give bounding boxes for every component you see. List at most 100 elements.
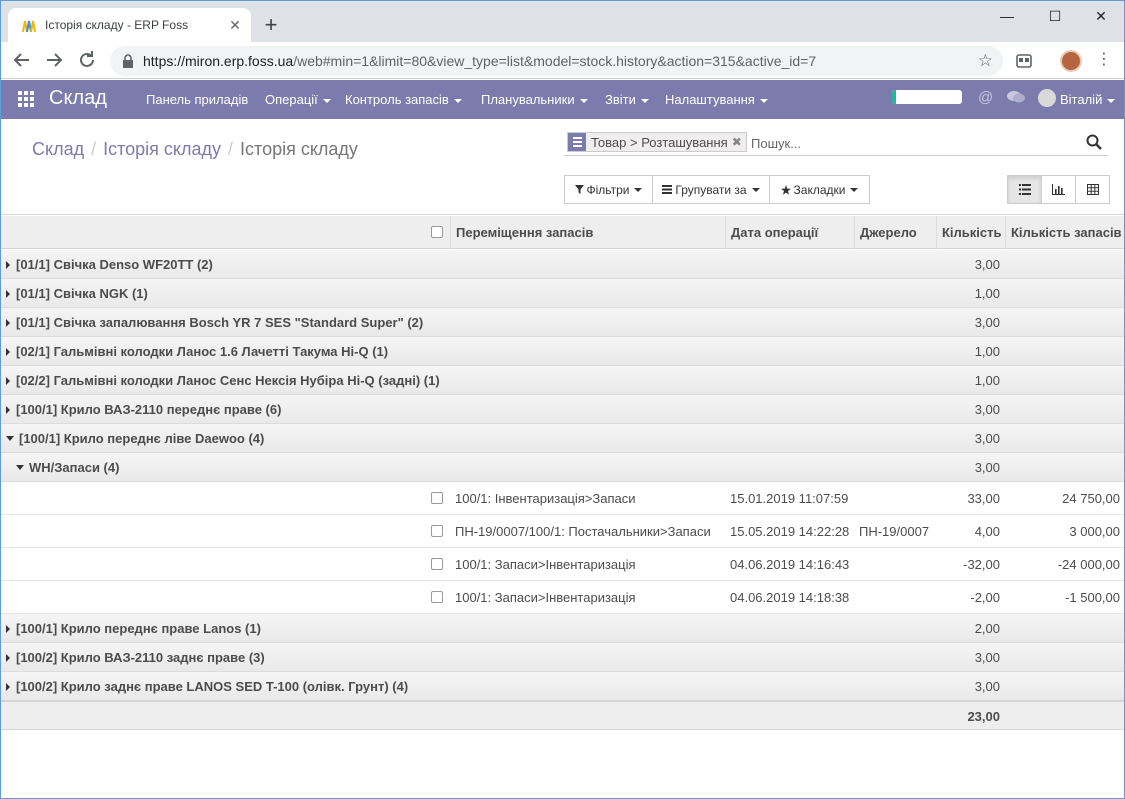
user-avatar[interactable]: [1038, 89, 1056, 107]
apps-grid-icon[interactable]: [18, 91, 35, 108]
address-bar[interactable]: https://miron.erp.foss.ua/web#min=1&limi…: [110, 46, 1003, 76]
column-header-stock-move[interactable]: Переміщення запасів: [450, 216, 726, 249]
row-checkbox[interactable]: [431, 525, 443, 537]
group-row[interactable]: [02/2] Гальмівні колодки Ланос Сенс Некс…: [0, 366, 1125, 395]
group-row[interactable]: [02/1] Гальмівні колодки Ланос 1.6 Лачет…: [0, 337, 1125, 366]
group-quantity: 3,00: [974, 679, 1000, 694]
table-row[interactable]: 100/1: Запаси>Інвентаризація 04.06.2019 …: [0, 581, 1125, 614]
breadcrumb-current: Історія складу: [240, 139, 358, 159]
caret-right-icon: [6, 625, 10, 633]
table-header: Переміщення запасів Дата операції Джерел…: [0, 216, 1125, 249]
column-header-source[interactable]: Джерело: [854, 216, 937, 249]
menu-inventory-control[interactable]: Контроль запасів: [345, 92, 462, 107]
menu-schedulers[interactable]: Планувальники: [481, 92, 588, 107]
menu-operations[interactable]: Операції: [265, 92, 331, 107]
row-checkbox[interactable]: [431, 591, 443, 603]
cell-quantity: 4,00: [974, 524, 1000, 539]
cell-stock-quantity: 24 750,00: [1062, 491, 1120, 506]
row-checkbox[interactable]: [431, 492, 443, 504]
main-navbar: Склад Панель приладів Операції Контроль …: [0, 80, 1125, 119]
menu-dashboard[interactable]: Панель приладів: [146, 92, 248, 107]
cell-date: 04.06.2019 14:16:43: [730, 557, 850, 572]
caret-down-icon: [579, 98, 588, 103]
new-tab-button[interactable]: +: [259, 13, 283, 37]
forward-arrow-icon[interactable]: [42, 48, 66, 72]
caret-down-icon: [850, 187, 859, 192]
group-by-button[interactable]: Групувати за: [652, 175, 770, 204]
reload-icon[interactable]: [75, 48, 99, 72]
user-menu[interactable]: Віталій: [1060, 92, 1116, 107]
list-view-button[interactable]: [1007, 175, 1042, 204]
app-name: Склад: [49, 87, 107, 109]
caret-right-icon: [6, 654, 10, 662]
group-label: [01/1] Свічка NGK (1): [16, 286, 148, 301]
caret-down-icon: [751, 187, 760, 192]
maximize-window-button[interactable]: ☐: [1032, 2, 1078, 30]
cell-source: ПН-19/0007: [859, 524, 930, 539]
breadcrumb-separator: /: [91, 139, 97, 159]
group-row[interactable]: [01/1] Свічка NGK (1) 1,00: [0, 279, 1125, 308]
mentions-icon[interactable]: @: [978, 89, 993, 106]
group-row[interactable]: [01/1] Свічка Denso WF20TT (2) 3,00: [0, 250, 1125, 279]
group-quantity: 3,00: [974, 650, 1000, 665]
breadcrumb-item-stock-history[interactable]: Історія складу: [103, 139, 221, 159]
select-all-checkbox[interactable]: [431, 226, 443, 238]
group-row[interactable]: [100/1] Крило ВАЗ-2110 переднє праве (6)…: [0, 395, 1125, 424]
group-row[interactable]: [01/1] Свічка запалювання Bosch YR 7 SES…: [0, 308, 1125, 337]
caret-right-icon: [6, 683, 10, 691]
caret-right-icon: [6, 261, 10, 269]
search-input[interactable]: [751, 133, 1071, 153]
caret-right-icon: [6, 319, 10, 327]
favorites-button[interactable]: Закладки: [769, 175, 870, 204]
column-header-stock-quantity[interactable]: Кількість запасів: [1005, 216, 1125, 249]
bar-chart-icon: [1052, 184, 1065, 195]
group-row[interactable]: [100/2] Крило ВАЗ-2110 заднє праве (3) 3,…: [0, 643, 1125, 672]
group-label: [100/1] Крило переднє праве Lanos (1): [16, 621, 261, 636]
close-tab-icon[interactable]: ✕: [226, 16, 244, 34]
group-label: [01/1] Свічка Denso WF20TT (2): [16, 257, 213, 272]
table-row[interactable]: 100/1: Інвентаризація>Запаси 15.01.2019 …: [0, 482, 1125, 515]
total-quantity: 23,00: [967, 709, 1000, 724]
group-row[interactable]: [100/1] Крило переднє праве Lanos (1) 2,0…: [0, 614, 1125, 643]
lock-icon: [123, 54, 133, 68]
caret-right-icon: [6, 406, 10, 414]
menu-settings[interactable]: Налаштування: [665, 92, 768, 107]
minimize-window-button[interactable]: —: [984, 2, 1030, 30]
close-window-button[interactable]: ✕: [1078, 2, 1124, 30]
browser-menu-icon[interactable]: ⋮: [1096, 50, 1112, 70]
caret-down-icon: [634, 187, 643, 192]
cell-stock-move: 100/1: Запаси>Інвентаризація: [455, 590, 636, 605]
back-arrow-icon[interactable]: [10, 48, 34, 72]
filters-button[interactable]: Фільтри: [564, 175, 653, 204]
onboarding-progress-bar[interactable]: [892, 90, 962, 104]
search-icon[interactable]: [1086, 134, 1102, 150]
group-quantity: 3,00: [974, 315, 1000, 330]
remove-facet-icon[interactable]: ✖: [732, 135, 746, 149]
bookmark-star-icon[interactable]: ☆: [978, 51, 993, 71]
column-header-quantity[interactable]: Кількість: [936, 216, 1006, 249]
breadcrumb-item-warehouse[interactable]: Склад: [32, 139, 84, 159]
pivot-view-button[interactable]: [1075, 175, 1110, 204]
list-view-icon: [1018, 184, 1031, 195]
search-facet[interactable]: Товар > Розташування ✖: [567, 132, 747, 152]
group-row-expanded[interactable]: [100/1] Крило переднє ліве Daewoo (4) 3,0…: [0, 424, 1125, 453]
group-row[interactable]: [100/2] Крило заднє праве LANOS SED T-10…: [0, 672, 1125, 701]
favorites-label: Закладки: [793, 182, 846, 197]
extension-icon[interactable]: [1015, 52, 1033, 70]
cell-date: 15.01.2019 11:07:59: [730, 491, 849, 506]
subgroup-row-expanded[interactable]: WH/Запаси (4) 3,00: [0, 453, 1125, 482]
menu-reports[interactable]: Звіти: [605, 92, 649, 107]
breadcrumb: Склад / Історія складу / Історія складу: [32, 139, 358, 160]
browser-tab[interactable]: Історія складу - ERP Foss ✕: [8, 8, 251, 42]
table-row[interactable]: ПН-19/0007/100/1: Постачальники>Запаси 1…: [0, 515, 1125, 548]
column-header-date[interactable]: Дата операції: [725, 216, 855, 249]
row-checkbox[interactable]: [431, 558, 443, 570]
table-row[interactable]: 100/1: Запаси>Інвентаризація 04.06.2019 …: [0, 548, 1125, 581]
browser-profile-avatar[interactable]: [1060, 50, 1082, 72]
messages-icon[interactable]: [1006, 89, 1026, 105]
foss-favicon-icon: [22, 20, 36, 33]
graph-view-button[interactable]: [1041, 175, 1076, 204]
subgroup-label: WH/Запаси (4): [29, 460, 120, 475]
menu-operations-label: Операції: [265, 92, 318, 107]
cell-date: 15.05.2019 14:22:28: [730, 524, 850, 539]
